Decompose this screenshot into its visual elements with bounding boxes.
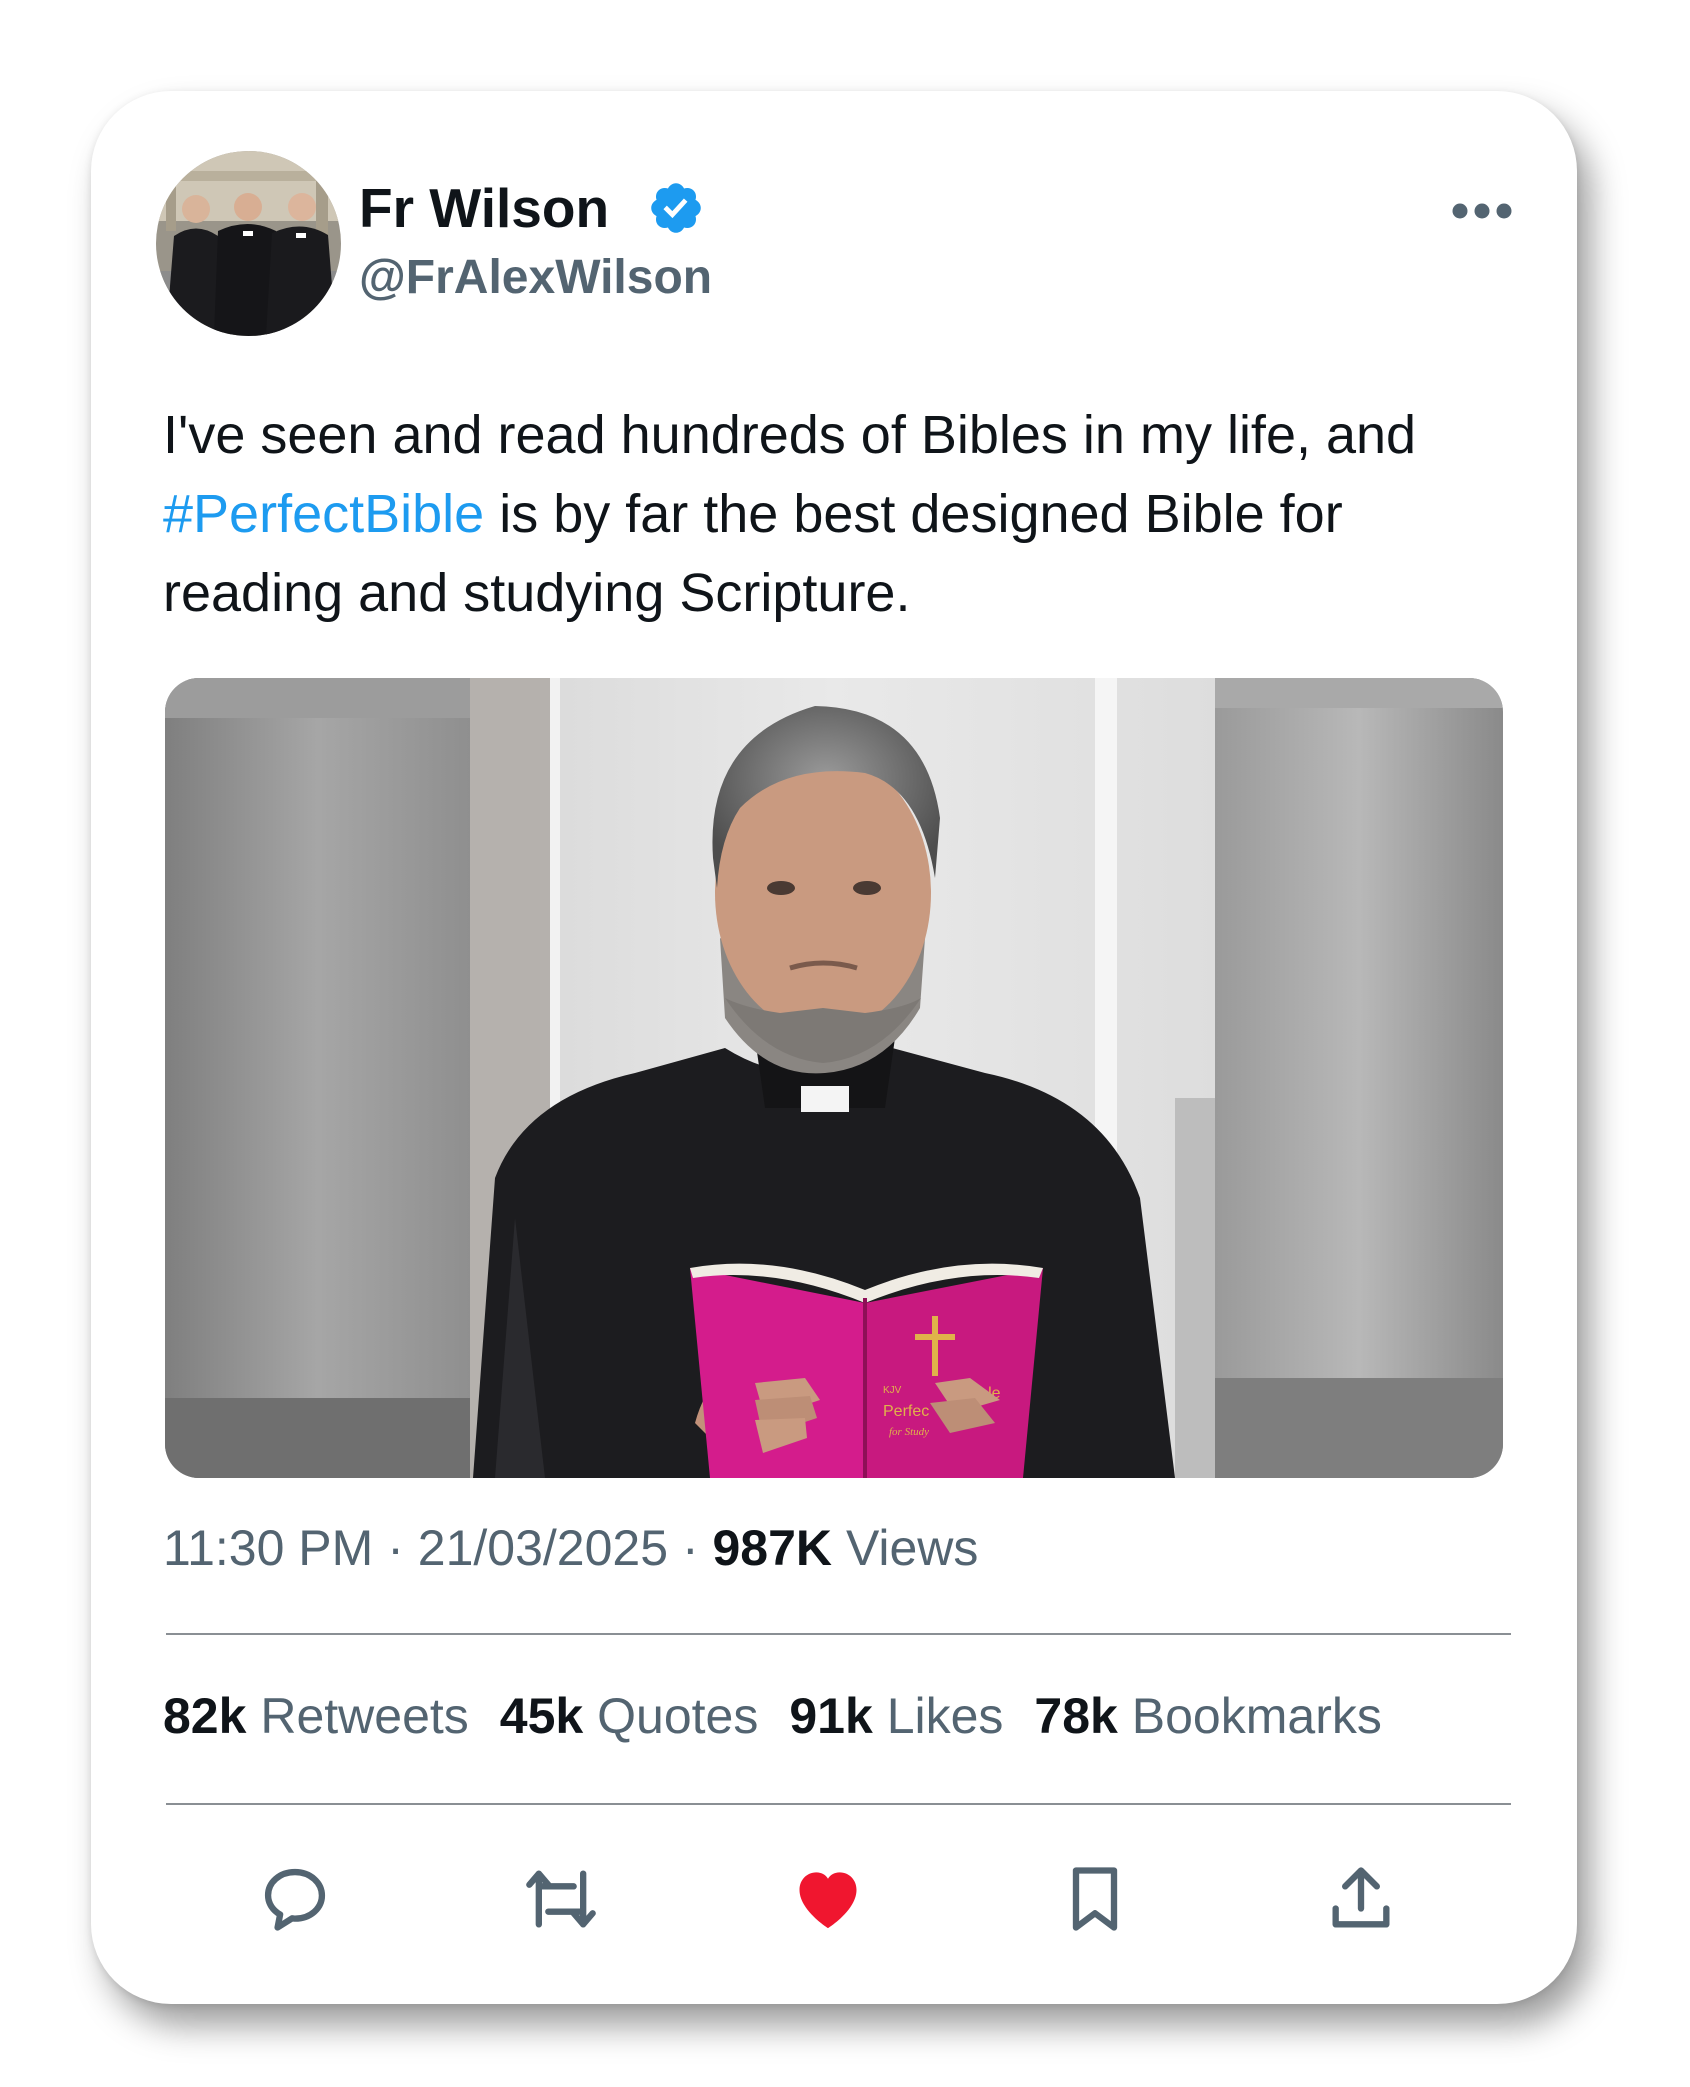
stat-bookmarks[interactable]: 78k Bookmarks (1034, 1691, 1381, 1741)
views-count: 987K (712, 1520, 833, 1576)
retweet-icon (526, 1870, 596, 1928)
stat-retweets[interactable]: 82k Retweets (163, 1691, 469, 1741)
user-handle[interactable]: @FrAlexWilson (359, 254, 712, 302)
bookmark-icon (1072, 1867, 1118, 1931)
bookmark-button[interactable] (1057, 1861, 1133, 1937)
divider (166, 1633, 1511, 1635)
tweet-text: I've seen and read hundreds of Bibles in… (163, 396, 1523, 633)
stat-count: 45k (499, 1688, 584, 1744)
separator-dot: · (387, 1520, 404, 1576)
like-button[interactable] (790, 1861, 866, 1937)
heart-icon (799, 1872, 857, 1929)
hashtag-link[interactable]: #PerfectBible (163, 484, 484, 544)
book-text: KJV (883, 1385, 902, 1396)
tweet-media-image[interactable]: KJV Perfec Bible for Study (165, 678, 1503, 1478)
tweet-date[interactable]: 21/03/2025 (418, 1520, 668, 1576)
share-button[interactable] (1323, 1861, 1399, 1937)
tweet-card: Fr Wilson @FrAlexWilson I've seen and re… (91, 91, 1577, 2004)
book-text: for Study (889, 1426, 929, 1438)
stat-label: Bookmarks (1131, 1688, 1382, 1744)
separator-dot: · (681, 1520, 699, 1576)
book-text: Perfec (883, 1403, 929, 1420)
display-name[interactable]: Fr Wilson (359, 180, 609, 236)
tweet-time[interactable]: 11:30 PM (163, 1520, 373, 1576)
reply-button[interactable] (257, 1861, 333, 1937)
divider (166, 1803, 1511, 1805)
reply-icon (264, 1868, 326, 1931)
author-row: Fr Wilson (359, 179, 705, 237)
stat-label: Retweets (260, 1688, 469, 1744)
stat-likes[interactable]: 91k Likes (789, 1691, 1003, 1741)
stat-label: Quotes (597, 1688, 759, 1744)
retweet-button[interactable] (523, 1861, 599, 1937)
avatar[interactable] (156, 151, 341, 336)
engagement-stats: 82k Retweets 45k Quotes 91k Likes 78k Bo… (163, 1691, 1413, 1741)
stat-count: 82k (163, 1688, 247, 1744)
tweet-meta: 11:30 PM · 21/03/2025 · 987K Views (163, 1523, 978, 1573)
more-options-icon[interactable] (1451, 201, 1513, 221)
share-icon (1332, 1867, 1390, 1928)
stat-quotes[interactable]: 45k Quotes (500, 1691, 759, 1741)
verified-badge-icon (651, 183, 701, 233)
stat-count: 91k (789, 1688, 873, 1744)
views-label: Views (845, 1520, 979, 1576)
stat-label: Likes (886, 1688, 1004, 1744)
stat-count: 78k (1034, 1688, 1118, 1744)
tweet-text-part: I've seen and read hundreds of Bibles in… (163, 405, 1417, 465)
